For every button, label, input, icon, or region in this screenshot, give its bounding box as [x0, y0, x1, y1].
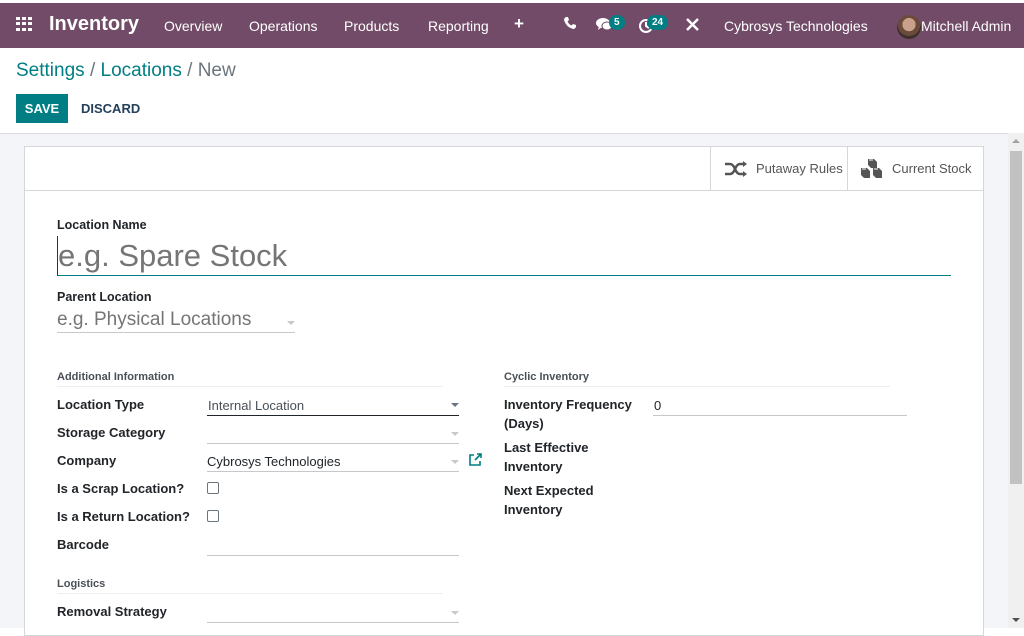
next-expected-inventory-label: Next Expected — [504, 483, 594, 498]
top-navbar: Inventory Overview Operations Products R… — [0, 0, 1024, 48]
company-underline — [207, 471, 459, 472]
storage-category-label: Storage Category — [57, 425, 166, 440]
breadcrumb-settings[interactable]: Settings — [16, 60, 85, 81]
current-stock-label: Current Stock — [892, 161, 972, 176]
activities-badge: 24 — [647, 15, 669, 30]
logistics-title: Logistics — [57, 578, 106, 590]
last-effective-inventory-label: Last Effective — [504, 440, 589, 455]
inventory-frequency-underline — [653, 415, 907, 416]
apps-grid-icon[interactable] — [16, 17, 32, 31]
user-menu[interactable]: Mitchell Admin — [921, 18, 1011, 34]
next-expected-inventory-label-2: Inventory — [504, 502, 563, 517]
separator-line — [57, 386, 443, 387]
scroll-down-icon[interactable] — [1012, 618, 1020, 622]
scrap-location-checkbox[interactable] — [207, 482, 219, 494]
putaway-rules-button[interactable]: Putaway Rules — [710, 147, 847, 190]
breadcrumb-separator: / — [89, 60, 101, 81]
shuffle-icon — [724, 160, 748, 178]
scrap-location-label: Is a Scrap Location? — [57, 481, 185, 496]
putaway-rules-label: Putaway Rules — [756, 161, 843, 176]
scrollbar-thumb[interactable] — [1010, 151, 1022, 484]
breadcrumb: Settings / Locations / New — [16, 60, 236, 82]
return-location-checkbox[interactable] — [207, 510, 219, 522]
separator-line — [504, 386, 890, 387]
storage-category-dropdown-icon[interactable] — [451, 432, 459, 436]
parent-location-label: Parent Location — [57, 290, 152, 304]
removal-strategy-dropdown-icon[interactable] — [451, 611, 459, 615]
cubes-icon — [859, 158, 885, 180]
separator-line — [57, 593, 443, 594]
scroll-up-icon[interactable] — [1012, 139, 1020, 143]
breadcrumb-locations[interactable]: Locations — [101, 60, 182, 81]
discard-button[interactable]: DISCARD — [81, 101, 140, 116]
menu-overview[interactable]: Overview — [164, 18, 222, 34]
parent-location-dropdown-icon[interactable] — [287, 321, 295, 325]
inventory-frequency-input[interactable]: 0 — [654, 398, 661, 413]
breadcrumb-current: New — [197, 60, 236, 81]
save-button[interactable]: SAVE — [16, 94, 68, 123]
button-box: Putaway Rules Current Stock — [25, 147, 983, 191]
company-label: Company — [57, 453, 117, 468]
form-sheet: Putaway Rules Current Stock Location Nam… — [24, 146, 984, 636]
location-name-label: Location Name — [57, 218, 147, 232]
location-type-label: Location Type — [57, 397, 145, 412]
company-switcher[interactable]: Cybrosys Technologies — [724, 18, 868, 34]
removal-strategy-label: Removal Strategy — [57, 604, 167, 619]
last-effective-inventory-label-2: Inventory — [504, 459, 563, 474]
return-location-label: Is a Return Location? — [57, 509, 190, 524]
inventory-frequency-label: Inventory Frequency — [504, 397, 632, 412]
location-type-select[interactable]: Internal Location — [208, 398, 304, 413]
parent-location-input[interactable] — [57, 307, 295, 333]
location-type-underline — [207, 415, 459, 416]
location-type-dropdown-icon[interactable] — [451, 403, 459, 407]
company-select[interactable]: Cybrosys Technologies — [207, 454, 340, 469]
company-dropdown-icon[interactable] — [451, 460, 459, 464]
inventory-frequency-label-days: (Days) — [504, 416, 544, 431]
plus-icon[interactable]: + — [514, 14, 524, 34]
barcode-underline — [207, 555, 459, 556]
external-link-icon[interactable] — [468, 453, 482, 472]
avatar[interactable] — [897, 15, 921, 39]
breadcrumb-separator: / — [187, 60, 198, 81]
app-name[interactable]: Inventory — [49, 13, 139, 36]
cyclic-inventory-title: Cyclic Inventory — [504, 371, 589, 383]
additional-info-title: Additional Information — [57, 371, 175, 383]
vertical-scrollbar[interactable] — [1008, 133, 1024, 628]
tools-icon[interactable] — [685, 17, 700, 36]
removal-strategy-underline — [207, 622, 459, 623]
messages-badge: 5 — [609, 15, 625, 30]
menu-products[interactable]: Products — [344, 18, 399, 34]
storage-category-underline — [207, 443, 459, 444]
location-name-input[interactable] — [57, 236, 951, 276]
barcode-label: Barcode — [57, 537, 110, 552]
menu-reporting[interactable]: Reporting — [428, 18, 489, 34]
current-stock-button[interactable]: Current Stock — [847, 147, 983, 190]
phone-icon[interactable] — [563, 16, 577, 34]
menu-operations[interactable]: Operations — [249, 18, 317, 34]
